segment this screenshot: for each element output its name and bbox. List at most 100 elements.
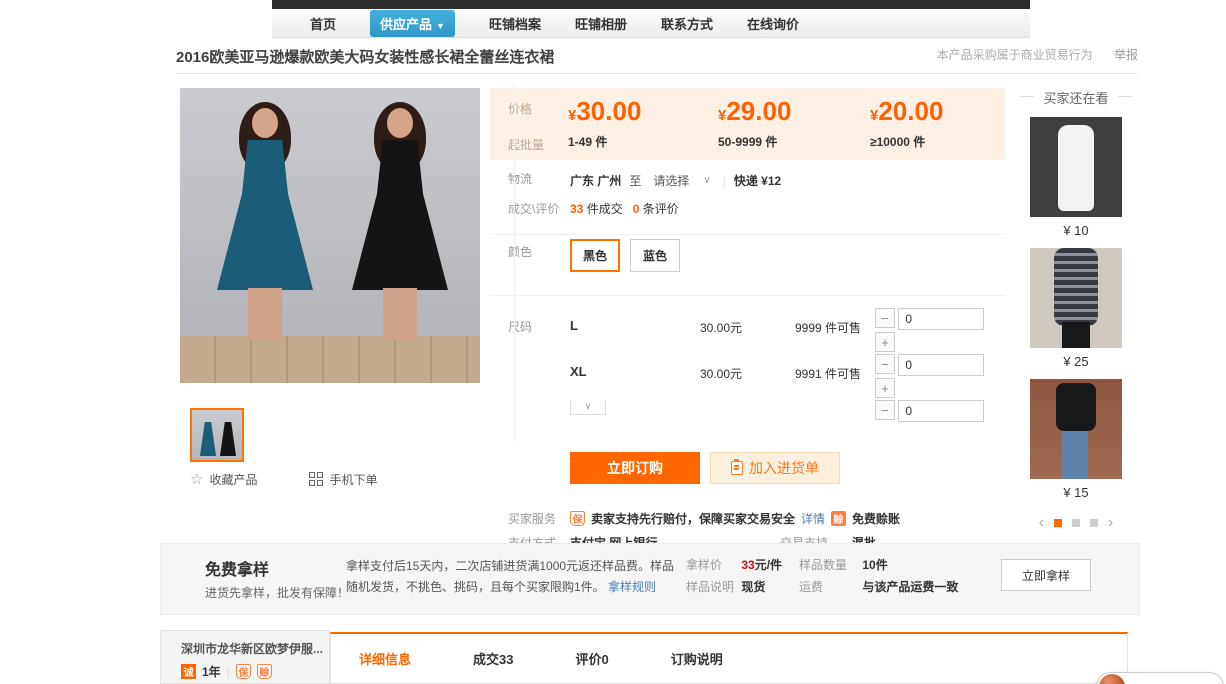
minus-button[interactable]: − bbox=[875, 308, 895, 328]
order-now-button[interactable]: 立即订购 bbox=[570, 452, 700, 484]
section-divider bbox=[490, 234, 1005, 235]
price-label: 价格 bbox=[508, 102, 532, 116]
color-option-blue[interactable]: 蓝色 bbox=[630, 239, 680, 272]
nav-item-shop-profile[interactable]: 旺铺档案 bbox=[489, 14, 541, 33]
report-link[interactable]: 举报 bbox=[1114, 48, 1138, 62]
size-section: 尺码 L 30.00元 9999 件可售 − + XL 30.00元 9991 … bbox=[490, 304, 1005, 424]
buyer-service-label: 买家服务 bbox=[508, 510, 556, 527]
price-tier-1: ¥30.00 1-49 件 bbox=[568, 96, 641, 150]
clipboard-icon bbox=[731, 461, 743, 475]
sample-col-left: 拿样价 33元/件 样品说明 现货 bbox=[686, 554, 782, 598]
add-to-cart-button[interactable]: 加入进货单 bbox=[710, 452, 840, 484]
minus-button[interactable]: − bbox=[875, 354, 895, 374]
pager-dot-3[interactable] bbox=[1090, 519, 1098, 527]
size-row-partial: − bbox=[490, 396, 1005, 424]
product-title: 2016欧美亚马逊爆款欧美大码女装性感长裙全蕾丝连衣裙 bbox=[176, 46, 554, 67]
guarantee-shield-icon: 保 bbox=[570, 511, 585, 526]
pager-next-icon[interactable]: › bbox=[1108, 514, 1113, 532]
credit-badge-icon: 赊 bbox=[831, 511, 846, 526]
review-count-suffix: 条评价 bbox=[643, 202, 679, 216]
related-product-1[interactable]: ¥ 10 bbox=[1020, 117, 1132, 238]
sample-rules-link[interactable]: 拿样规则 bbox=[608, 580, 656, 594]
expand-sizes-button[interactable]: ∨ bbox=[570, 400, 606, 415]
size-row-l: L 30.00元 9999 件可售 − + bbox=[490, 304, 1005, 350]
guarantee-shield-icon: 保 bbox=[236, 664, 251, 679]
pager-dot-2[interactable] bbox=[1072, 519, 1080, 527]
chevron-down-icon: ▼ bbox=[436, 21, 445, 31]
plus-button[interactable]: + bbox=[875, 332, 895, 352]
quantity-input[interactable] bbox=[898, 308, 984, 330]
cta-row: 立即订购 加入进货单 bbox=[490, 452, 1005, 486]
related-product-3[interactable]: ¥ 15 bbox=[1020, 379, 1132, 500]
related-sidebar: 买家还在看 ¥ 10 ¥ 25 ¥ 15 ‹ › bbox=[1020, 88, 1132, 532]
seller-card[interactable]: 深圳市龙华新区欧梦伊服... 诚 1年 | 保 赊 bbox=[160, 630, 330, 684]
color-option-black[interactable]: 黑色 bbox=[570, 239, 620, 272]
sample-col-right: 样品数量 10件 运费 与该产品运费一致 bbox=[799, 554, 969, 598]
destination-select[interactable]: 请选择 ∨ bbox=[649, 170, 714, 191]
gallery-actions: ☆ 收藏产品 手机下单 bbox=[190, 470, 480, 488]
nav-item-products[interactable]: 供应产品▼ bbox=[370, 10, 455, 37]
pager-dot-1[interactable] bbox=[1054, 519, 1062, 527]
chat-avatar-icon bbox=[1099, 674, 1125, 684]
nav-item-inquiry[interactable]: 在线询价 bbox=[747, 14, 799, 33]
size-name: L bbox=[570, 318, 578, 333]
tab-detail-info[interactable]: 详细信息 bbox=[359, 649, 411, 668]
seller-name[interactable]: 深圳市龙华新区欧梦伊服... bbox=[181, 640, 329, 657]
favorite-button[interactable]: ☆ 收藏产品 bbox=[190, 470, 257, 488]
nav-item-contact[interactable]: 联系方式 bbox=[661, 14, 713, 33]
mobile-order-button[interactable]: 手机下单 bbox=[309, 470, 377, 488]
sample-subtitle: 进货先拿样，批发有保障！ bbox=[205, 584, 349, 601]
related-product-price: ¥ 10 bbox=[1020, 223, 1132, 238]
sample-desc-label: 样品说明 bbox=[686, 576, 738, 598]
related-product-2[interactable]: ¥ 25 bbox=[1020, 248, 1132, 369]
color-label: 颜色 bbox=[508, 243, 532, 260]
sample-qty-label: 样品数量 bbox=[799, 554, 859, 576]
model-teal-dress bbox=[210, 108, 320, 358]
offer-panel: 价格 起批量 ¥30.00 1-49 件 ¥29.00 50-9999 件 ¥2… bbox=[490, 88, 1005, 558]
quantity-stepper: − bbox=[875, 400, 987, 422]
sample-ship-label: 运费 bbox=[799, 576, 859, 598]
sample-desc-value: 现货 bbox=[741, 580, 765, 594]
related-product-image bbox=[1030, 117, 1122, 217]
free-sample-section: 免费拿样 进货先拿样，批发有保障！ 拿样支付后15天内，二次店铺进货满1000元… bbox=[160, 543, 1140, 615]
star-icon: ☆ bbox=[190, 470, 203, 488]
sample-title: 免费拿样 bbox=[205, 556, 269, 580]
nav-item-home[interactable]: 首页 bbox=[310, 14, 336, 33]
model-black-dress bbox=[345, 108, 455, 358]
get-sample-button[interactable]: 立即拿样 bbox=[1001, 559, 1091, 591]
plus-button[interactable]: + bbox=[875, 378, 895, 398]
review-count[interactable]: 0 bbox=[633, 202, 640, 216]
guarantee-detail-link[interactable]: 详情 bbox=[801, 510, 825, 527]
product-page: 首页 供应产品▼ 旺铺档案 旺铺相册 联系方式 在线询价 2016欧美亚马逊爆款… bbox=[0, 0, 1226, 684]
integrity-badge-icon: 诚 bbox=[181, 664, 196, 679]
size-price: 30.00元 bbox=[700, 365, 742, 382]
tab-reviews[interactable]: 评价0 bbox=[575, 649, 608, 668]
quantity-input[interactable] bbox=[898, 400, 984, 422]
gallery-thumbnail[interactable] bbox=[190, 408, 244, 462]
tab-order-notes[interactable]: 订购说明 bbox=[671, 649, 723, 668]
nav-item-shop-album[interactable]: 旺铺相册 bbox=[575, 14, 627, 33]
main-product-image[interactable] bbox=[180, 88, 480, 383]
detail-tabs: 详细信息 成交33 评价0 订购说明 bbox=[330, 632, 1128, 684]
price-tier-3: ¥20.00 ≥10000 件 bbox=[870, 96, 943, 150]
color-row: 颜色 黑色 蓝色 bbox=[490, 243, 1005, 287]
size-stock: 9991 件可售 bbox=[795, 365, 861, 382]
related-product-image bbox=[1030, 379, 1122, 479]
pager-prev-icon[interactable]: ‹ bbox=[1039, 514, 1044, 532]
quantity-input[interactable] bbox=[898, 354, 984, 376]
credit-text: 免费赊账 bbox=[852, 510, 900, 527]
guarantee-text: 卖家支持先行赔付，保障买家交易安全 bbox=[591, 510, 795, 527]
price-box: 价格 起批量 ¥30.00 1-49 件 ¥29.00 50-9999 件 ¥2… bbox=[490, 88, 1005, 160]
seller-years: 1年 bbox=[202, 663, 221, 680]
size-price: 30.00元 bbox=[700, 319, 742, 336]
divider-pipe: | bbox=[227, 665, 230, 679]
minus-button[interactable]: − bbox=[875, 400, 895, 420]
deal-count[interactable]: 33 bbox=[570, 202, 583, 216]
deals-row: 成交\评价 33 件成交 0 条评价 bbox=[490, 200, 1005, 226]
title-row: 2016欧美亚马逊爆款欧美大码女装性感长裙全蕾丝连衣裙 本产品采购属于商业贸易行… bbox=[176, 46, 1138, 72]
photo-backdrop bbox=[180, 88, 480, 383]
tab-deals[interactable]: 成交33 bbox=[473, 649, 513, 668]
price-tier-2: ¥29.00 50-9999 件 bbox=[718, 96, 791, 150]
chat-widget[interactable] bbox=[1096, 672, 1224, 684]
logistics-origin: 广东 广州 bbox=[570, 172, 621, 189]
